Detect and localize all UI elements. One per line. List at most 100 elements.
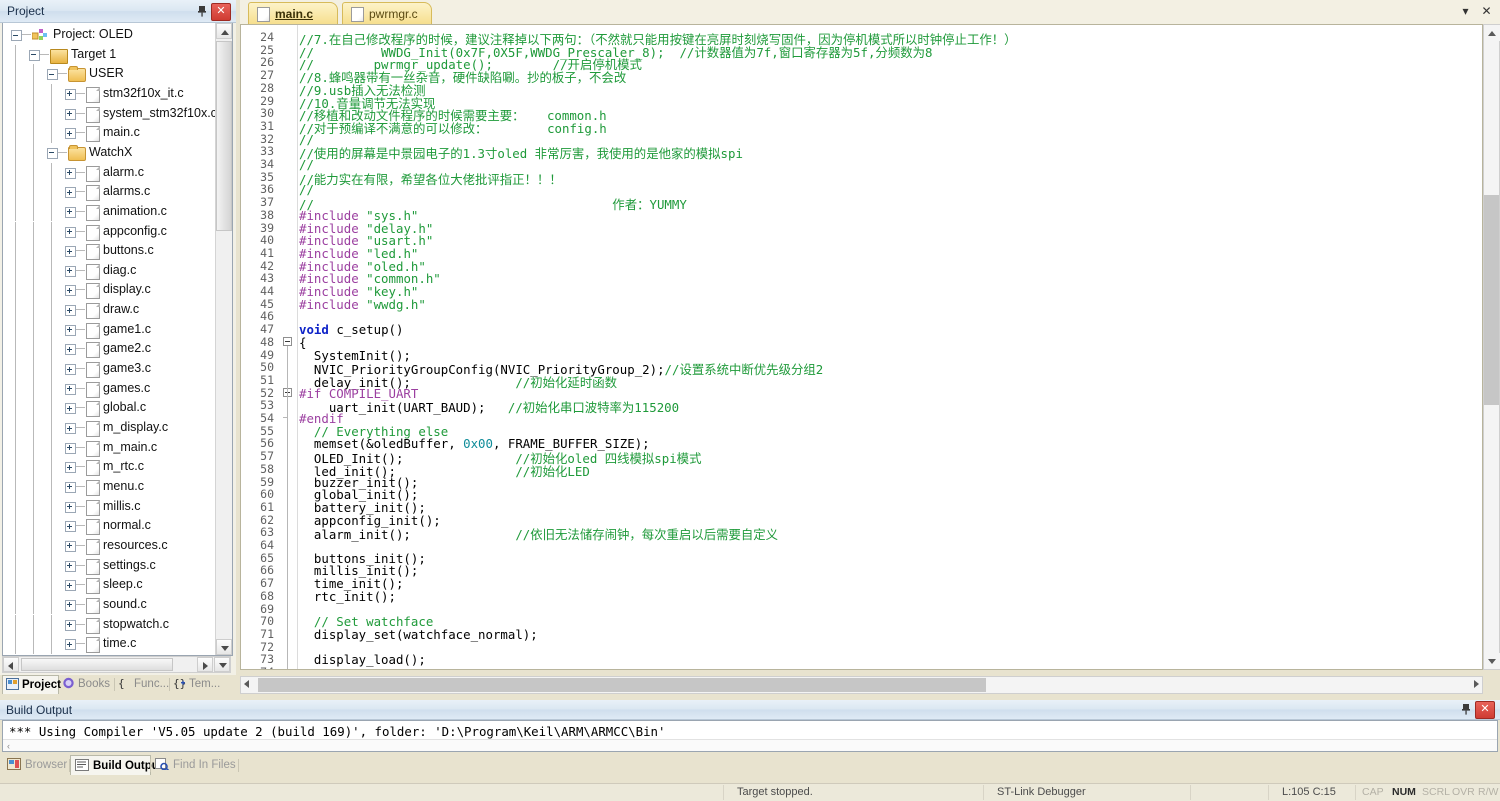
tree-item[interactable]: WatchX [3,142,215,163]
editor-vscrollbar[interactable] [1483,24,1500,670]
scroll-down-button[interactable] [1484,653,1500,669]
project-panel-close-icon[interactable]: ✕ [211,3,231,21]
collapse-icon[interactable] [11,30,22,41]
tree-item[interactable]: stm32f10x_it.c [3,83,215,104]
expand-icon[interactable] [65,540,76,552]
tree-item[interactable]: game3.c [3,359,215,379]
tree-item[interactable]: sleep.c [3,575,215,595]
scroll-up-button[interactable] [1484,25,1500,41]
scroll-down-button[interactable] [216,639,232,655]
expand-icon[interactable] [65,88,76,100]
expand-icon[interactable] [65,599,76,611]
scroll-up-button[interactable] [216,23,232,39]
expand-icon[interactable] [65,560,76,572]
tree-item[interactable]: time.c [3,634,215,654]
tree-item[interactable]: menu.c [3,476,215,497]
tree-item[interactable]: game1.c [3,319,215,340]
expand-icon[interactable] [65,344,76,356]
tree-item[interactable]: m_rtc.c [3,457,215,477]
collapse-icon[interactable] [29,49,40,61]
expand-icon[interactable] [65,383,76,395]
expand-icon[interactable] [65,423,76,434]
expand-icon[interactable] [65,481,76,493]
scroll-thumb-horizontal[interactable] [258,678,986,692]
code-editor[interactable]: 24//7.在自己修改程序的时候，建议注释掉以下两句：（不然就只能用按键在亮屏时… [240,24,1483,670]
scroll-left-button[interactable] [3,657,19,672]
expand-icon[interactable] [65,285,76,297]
build-output-hscrollbar[interactable]: ‹ [3,739,1497,751]
expand-icon[interactable] [65,187,76,199]
expand-icon[interactable] [65,246,76,258]
expand-icon[interactable] [65,305,76,317]
tree-item[interactable]: Target 1 [3,44,215,65]
panel-tab-books[interactable]: Books [59,675,122,694]
tree-item[interactable]: diag.c [3,260,215,281]
tree-item[interactable]: settings.c [3,555,215,576]
panel-tab-tem[interactable]: {} Tem... [170,675,229,694]
expand-icon[interactable] [65,226,76,238]
tree-item[interactable]: system_stm32f10x.c [3,103,217,124]
project-tree-vscrollbar[interactable] [215,23,232,655]
tree-item[interactable]: Project: OLED [3,25,215,45]
scroll-thumb[interactable] [1484,195,1499,405]
scroll-left-button[interactable] [244,680,249,688]
tree-item[interactable]: resources.c [3,535,215,556]
editor-tab-pwrmgr-c[interactable]: pwrmgr.c [342,2,432,24]
tree-item[interactable]: millis.c [3,496,215,517]
editor-close-icon[interactable]: ✕ [1478,3,1495,20]
build-tab-findinfiles[interactable]: Find In Files [151,755,250,775]
expand-icon[interactable] [65,521,76,533]
tree-item[interactable]: m_display.c [3,418,215,438]
tree-item[interactable]: alarms.c [3,182,215,202]
scroll-right-button[interactable] [1474,680,1479,688]
panel-tab-project[interactable]: Project [2,675,61,694]
tree-item[interactable]: buttons.c [3,241,215,261]
expand-icon[interactable] [65,639,76,651]
expand-icon[interactable] [65,324,76,336]
tree-item[interactable]: draw.c [3,300,215,320]
tree-item[interactable]: main.c [3,123,215,143]
expand-icon[interactable] [65,442,76,454]
tree-item[interactable]: alarm.c [3,162,215,183]
scroll-thumb[interactable] [216,41,232,231]
scroll-dropdown-button[interactable] [214,657,230,672]
expand-icon[interactable] [65,580,76,592]
editor-hscrollbar[interactable] [240,676,1483,694]
scroll-left-button[interactable]: ‹ [7,741,10,751]
tree-item[interactable]: stopwatch.c [3,614,215,635]
tree-item[interactable]: appconfig.c [3,221,215,242]
expand-icon[interactable] [65,128,76,140]
expand-icon[interactable] [65,108,76,120]
scroll-right-button[interactable] [197,657,213,672]
expand-icon[interactable] [65,167,76,179]
fold-toggle-icon[interactable] [283,336,292,346]
collapse-icon[interactable] [47,69,58,81]
project-tree[interactable]: Project: OLED Target 1 USER stm32f10x_it.c s… [2,23,233,656]
expand-icon[interactable] [65,206,76,218]
build-output-close-icon[interactable]: ✕ [1475,701,1495,719]
expand-icon[interactable] [65,462,76,474]
project-tree-hscrollbar[interactable] [2,656,231,673]
build-output-text-area[interactable]: *** Using Compiler 'V5.05 update 2 (buil… [2,720,1498,752]
tree-item[interactable]: USER [3,64,215,84]
expand-icon[interactable] [65,265,76,277]
collapse-icon[interactable] [47,147,58,159]
tree-item[interactable]: sound.c [3,594,215,615]
tree-item[interactable]: game2.c [3,339,215,360]
tree-item[interactable]: display.c [3,280,215,301]
expand-icon[interactable] [65,403,76,415]
expand-icon[interactable] [65,619,76,631]
editor-tab-main-c[interactable]: main.c [248,2,338,24]
chevron-down-icon[interactable]: ▾ [1457,3,1474,20]
tree-item[interactable]: m_main.c [3,437,215,458]
tree-item[interactable]: global.c [3,398,215,418]
build-tab-buildoutput[interactable]: Build Output [70,755,163,775]
expand-icon[interactable] [65,501,76,513]
panel-tab-func[interactable]: { }Func... [115,675,177,694]
expand-icon[interactable] [65,364,76,376]
scroll-thumb-horizontal[interactable] [21,658,173,671]
pin-icon[interactable] [1459,702,1473,716]
pin-icon[interactable] [195,4,209,18]
tree-item[interactable]: animation.c [3,201,215,222]
tree-item[interactable]: games.c [3,378,215,399]
